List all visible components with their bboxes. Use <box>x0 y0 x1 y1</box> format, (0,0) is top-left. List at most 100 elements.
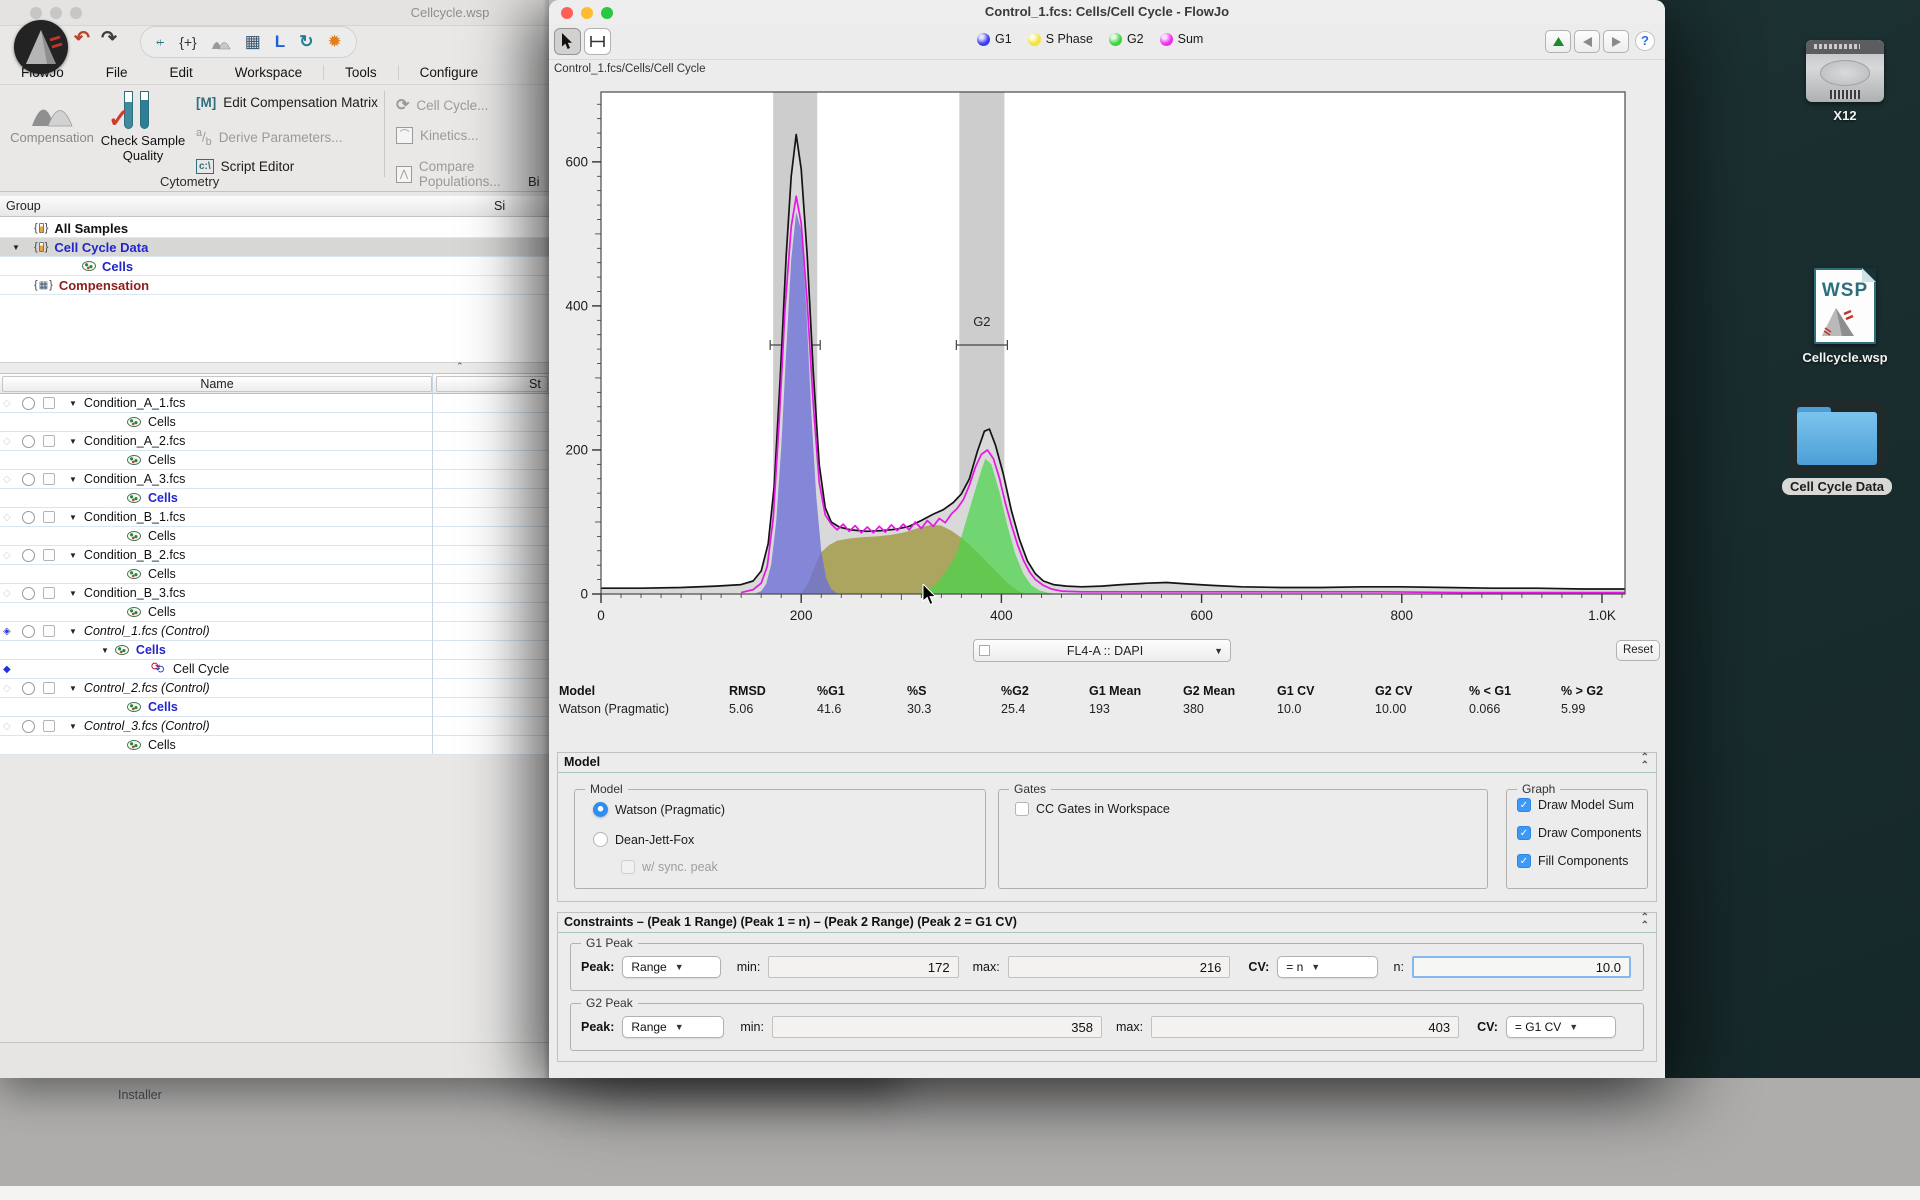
collapse-chevron-icon[interactable]: ⌃⌃ <box>1641 914 1648 930</box>
g2-max-field[interactable]: 403 <box>1151 1016 1459 1038</box>
sample-row[interactable]: ◇▼Condition_A_2.fcs <box>0 432 549 451</box>
checkbox-sync-peak[interactable]: w/ sync. peak <box>621 860 718 874</box>
row-checkbox[interactable] <box>43 682 55 694</box>
radio-icon[interactable] <box>22 473 35 486</box>
table-icon[interactable]: ▦ <box>245 26 261 58</box>
group-row[interactable]: {}All Samples <box>0 219 549 238</box>
population-row[interactable]: ◇Cells <box>0 527 549 546</box>
menu-tools[interactable]: Tools <box>323 65 399 80</box>
collapse-caret-icon[interactable]: ⌃ <box>456 361 464 372</box>
sample-row[interactable]: ◇▼Condition_A_1.fcs <box>0 394 549 413</box>
sample-row[interactable]: ◇▼Condition_B_3.fcs <box>0 584 549 603</box>
collapse-chevron-icon[interactable]: ⌃⌃ <box>1641 754 1648 770</box>
row-checkbox[interactable] <box>43 473 55 485</box>
g1-cv-mode-dropdown[interactable]: = n▼ <box>1277 956 1377 978</box>
sample-row[interactable]: ◈▼Control_1.fcs (Control) <box>0 622 549 641</box>
column-header-statistic[interactable]: St <box>436 376 548 392</box>
analysis-row[interactable]: ◆⟳⟲Cell Cycle <box>0 660 549 679</box>
expander-icon[interactable]: ▼ <box>12 243 20 252</box>
add-tube-icon[interactable]: ⍅ <box>155 26 165 58</box>
ribbon-cell-cycle[interactable]: ⟳ Cell Cycle... <box>396 95 488 115</box>
row-checkbox[interactable] <box>43 625 55 637</box>
ribbon-compare-populations[interactable]: ⋀ Compare Populations... <box>396 159 549 189</box>
checkbox-draw-model-sum[interactable]: ✓ Draw Model Sum <box>1517 798 1634 812</box>
group-row[interactable]: ▼{}Cell Cycle Data <box>0 238 549 257</box>
ribbon-derive-parameters[interactable]: a/b Derive Parameters... <box>196 127 342 148</box>
desktop-icon-folder[interactable]: Cell Cycle Data <box>1762 400 1912 496</box>
radio-dean-jett-fox[interactable]: Dean-Jett-Fox <box>593 832 694 847</box>
expander-icon[interactable]: ▼ <box>69 399 77 408</box>
radio-icon[interactable] <box>22 397 35 410</box>
g1-max-field[interactable]: 216 <box>1008 956 1231 978</box>
nav-up-button[interactable] <box>1545 30 1571 53</box>
flowjo-logo-icon[interactable] <box>14 20 68 74</box>
expander-icon[interactable]: ▼ <box>69 684 77 693</box>
traffic-lights[interactable] <box>561 7 613 19</box>
population-row[interactable]: ◇▼Cells <box>0 641 549 660</box>
radio-watson-pragmatic[interactable]: Watson (Pragmatic) <box>593 802 725 817</box>
nav-forward-button[interactable] <box>1603 30 1629 53</box>
population-row[interactable]: ◇Cells <box>0 698 549 717</box>
population-row[interactable]: ◇Cells <box>0 565 549 584</box>
menu-file[interactable]: File <box>85 65 149 80</box>
expander-icon[interactable]: ▼ <box>101 646 109 655</box>
group-row[interactable]: {▦}Compensation <box>0 276 549 295</box>
group-row[interactable]: Cells <box>0 257 549 276</box>
g2-min-field[interactable]: 358 <box>772 1016 1102 1038</box>
menu-workspace[interactable]: Workspace <box>214 65 323 80</box>
redo-icon[interactable]: ↷ <box>101 27 117 50</box>
x-axis-parameter-dropdown[interactable]: FL4-A :: DAPI ▼ <box>973 639 1231 662</box>
menu-configure[interactable]: Configure <box>399 65 500 80</box>
sample-row[interactable]: ◇▼Control_2.fcs (Control) <box>0 679 549 698</box>
layout-editor-icon[interactable]: L <box>275 26 285 58</box>
radio-icon[interactable] <box>22 511 35 524</box>
population-row[interactable]: ◇Cells <box>0 736 549 755</box>
select-tool-button[interactable] <box>554 28 581 55</box>
expander-icon[interactable]: ▼ <box>69 551 77 560</box>
add-group-icon[interactable]: {+} <box>179 26 197 58</box>
ribbon-kinetics[interactable]: ⌒ Kinetics... <box>396 127 479 144</box>
population-row[interactable]: ◇Cells <box>0 413 549 432</box>
ribbon-compensation[interactable]: Compensation <box>6 93 98 145</box>
reset-button[interactable]: Reset <box>1616 640 1660 661</box>
undo-icon[interactable]: ↶ <box>74 27 90 50</box>
row-checkbox[interactable] <box>43 587 55 599</box>
histogram-peaks-icon[interactable] <box>211 34 231 50</box>
radio-icon[interactable] <box>22 587 35 600</box>
traffic-lights-inactive[interactable] <box>30 7 82 19</box>
expander-icon[interactable]: ▼ <box>69 722 77 731</box>
ribbon-script-editor[interactable]: c:\ Script Editor <box>196 159 294 174</box>
menu-edit[interactable]: Edit <box>149 65 214 80</box>
radio-icon[interactable] <box>22 435 35 448</box>
g2-peak-type-dropdown[interactable]: Range▼ <box>622 1016 724 1038</box>
row-checkbox[interactable] <box>43 511 55 523</box>
burst-icon[interactable]: ✹ <box>327 26 341 58</box>
desktop-icon-drive[interactable]: X12 <box>1770 40 1920 123</box>
column-header-name[interactable]: Name <box>2 376 432 392</box>
checkbox-draw-components[interactable]: ✓ Draw Components <box>1517 826 1642 840</box>
sample-row[interactable]: ◇▼Control_3.fcs (Control) <box>0 717 549 736</box>
nav-back-button[interactable] <box>1574 30 1600 53</box>
checkbox-cc-gates[interactable]: CC Gates in Workspace <box>1015 802 1170 816</box>
population-row[interactable]: ◇Cells <box>0 603 549 622</box>
radio-icon[interactable] <box>22 625 35 638</box>
g1-min-field[interactable]: 172 <box>768 956 958 978</box>
ribbon-check-sample-quality[interactable]: ✓ Check Sample Quality <box>100 89 186 163</box>
population-row[interactable]: ◇Cells <box>0 489 549 508</box>
sample-row[interactable]: ◇▼Condition_B_2.fcs <box>0 546 549 565</box>
panel-splitter[interactable]: ⌃ <box>0 362 549 374</box>
radio-icon[interactable] <box>22 682 35 695</box>
sample-row[interactable]: ◇▼Condition_B_1.fcs <box>0 508 549 527</box>
population-row[interactable]: ◇Cells <box>0 451 549 470</box>
row-checkbox[interactable] <box>43 549 55 561</box>
expander-icon[interactable]: ▼ <box>69 513 77 522</box>
g1-n-field[interactable]: 10.0 <box>1412 956 1631 978</box>
sample-row[interactable]: ◇▼Condition_A_3.fcs <box>0 470 549 489</box>
row-checkbox[interactable] <box>43 435 55 447</box>
row-checkbox[interactable] <box>43 397 55 409</box>
ribbon-edit-comp-matrix[interactable]: [M] Edit Compensation Matrix <box>196 95 378 110</box>
expander-icon[interactable]: ▼ <box>69 437 77 446</box>
desktop-icon-wsp-file[interactable]: WSP Cellcycle.wsp <box>1770 268 1920 365</box>
expander-icon[interactable]: ▼ <box>69 589 77 598</box>
g2-cv-mode-dropdown[interactable]: = G1 CV▼ <box>1506 1016 1616 1038</box>
